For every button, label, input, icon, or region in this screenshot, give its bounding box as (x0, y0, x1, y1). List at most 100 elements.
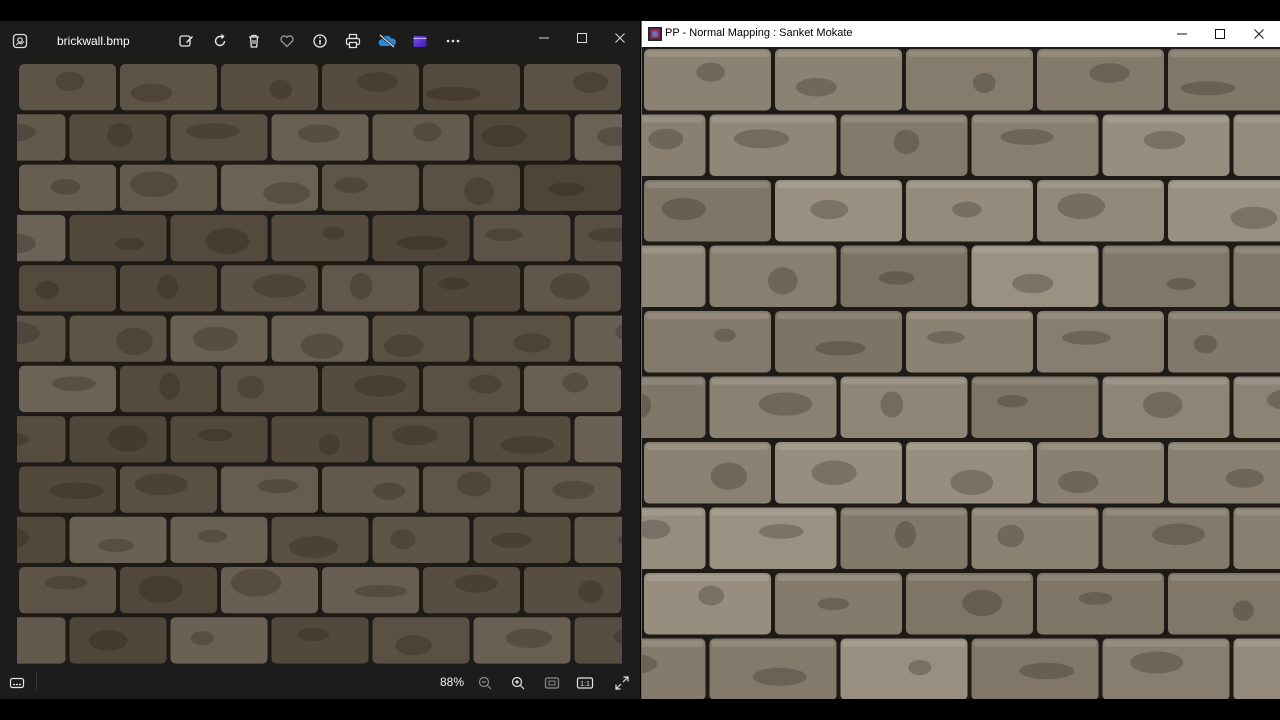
brick-stain (578, 580, 604, 604)
brick (971, 376, 1099, 438)
brick-stain (318, 434, 340, 455)
brick-highlight (842, 509, 966, 516)
brick-stain (198, 529, 228, 543)
brick-stain (1230, 206, 1278, 229)
brick-highlight (908, 51, 1031, 57)
brick-highlight (973, 247, 1097, 254)
brick-stain (893, 129, 920, 155)
filmstrip-icon[interactable] (7, 673, 27, 693)
brick-stain (759, 524, 804, 539)
brick-stain (98, 538, 134, 553)
maximize-icon[interactable] (1201, 21, 1239, 47)
brick (1102, 245, 1230, 307)
rotate-icon[interactable] (210, 31, 230, 51)
brick-stain (354, 585, 408, 598)
edit-image-icon[interactable] (176, 31, 196, 51)
print-icon[interactable] (343, 31, 363, 51)
brick-stain (468, 374, 502, 394)
image-canvas[interactable] (17, 62, 622, 665)
brick-stain (817, 597, 850, 611)
brick-highlight (1104, 378, 1228, 385)
brick-stain (107, 122, 133, 148)
brick-stain (297, 124, 340, 143)
brick-stain (454, 574, 498, 593)
zoom-out-icon[interactable] (475, 673, 495, 693)
brick (1233, 245, 1280, 307)
brick-highlight (777, 51, 900, 57)
brick-stain (714, 328, 736, 342)
brick-stain (334, 177, 368, 193)
onedrive-icon[interactable] (377, 31, 397, 51)
minimize-icon[interactable] (1163, 21, 1201, 47)
close-icon[interactable] (606, 25, 634, 51)
brick-stain (159, 372, 181, 400)
brick-stain (107, 425, 148, 452)
brick-stain (552, 480, 595, 500)
brick-stain (134, 473, 188, 496)
render-canvas[interactable] (642, 47, 1280, 699)
brick (642, 376, 706, 438)
brick-highlight (1039, 444, 1162, 450)
brick-stain (391, 425, 438, 446)
brick-stain (733, 129, 790, 149)
photos-status-bar: 88% 1:1 (0, 665, 640, 699)
brick-stain (129, 171, 178, 198)
brick-stain (50, 178, 81, 195)
fullscreen-icon[interactable] (612, 673, 632, 693)
brick-highlight (777, 444, 900, 450)
brick-highlight (1235, 116, 1280, 123)
info-icon[interactable] (310, 31, 330, 51)
delete-icon[interactable] (244, 31, 264, 51)
brick-stain (190, 631, 214, 646)
brick-stain (895, 520, 916, 549)
brick-stain (1152, 523, 1205, 546)
clipchamp-icon[interactable] (410, 31, 430, 51)
maximize-icon[interactable] (568, 25, 596, 51)
brick-stain (357, 72, 398, 92)
brick-highlight (908, 313, 1031, 319)
brick-highlight (1039, 575, 1162, 581)
brick-stain (1012, 273, 1054, 294)
brick-stain (395, 635, 432, 656)
brick-highlight (711, 640, 835, 647)
photos-title-bar: brickwall.bmp (0, 21, 640, 61)
brick-stain (138, 575, 183, 603)
brick (120, 64, 217, 111)
brick-highlight (646, 575, 769, 581)
fit-to-window-icon[interactable] (542, 673, 562, 693)
brick (644, 311, 771, 373)
zoom-level[interactable]: 88% (440, 675, 464, 689)
brick (1168, 442, 1280, 504)
window-title: PP - Normal Mapping : Sanket Mokate (665, 27, 853, 39)
brick-stain (297, 627, 330, 642)
brick (271, 214, 369, 262)
actual-size-icon[interactable]: 1:1 (575, 673, 595, 693)
zoom-in-icon[interactable] (508, 673, 528, 693)
brick (69, 214, 167, 262)
brick-stain (648, 128, 684, 150)
brick-stain (192, 326, 239, 351)
brick-stain (237, 376, 265, 399)
brick-highlight (1235, 378, 1280, 385)
brick (1233, 507, 1280, 569)
brick (642, 245, 706, 307)
brick-highlight (711, 247, 835, 254)
brick-stain (927, 330, 965, 344)
brick-highlight (908, 444, 1031, 450)
favorite-icon[interactable] (277, 31, 297, 51)
brick (971, 114, 1099, 176)
close-icon[interactable] (1240, 21, 1278, 47)
brick-stain (696, 62, 726, 82)
brick-stain (505, 628, 553, 649)
more-icon[interactable] (443, 31, 463, 51)
brick (574, 516, 622, 563)
brick-highlight (777, 575, 900, 581)
brick-highlight (842, 378, 966, 385)
brick (1168, 573, 1280, 635)
brick (1233, 114, 1280, 176)
brick-highlight (1170, 575, 1280, 581)
brick-stain (1057, 193, 1106, 220)
brick-stain (390, 529, 416, 550)
minimize-icon[interactable] (530, 25, 558, 51)
brick-stain (1000, 129, 1054, 145)
